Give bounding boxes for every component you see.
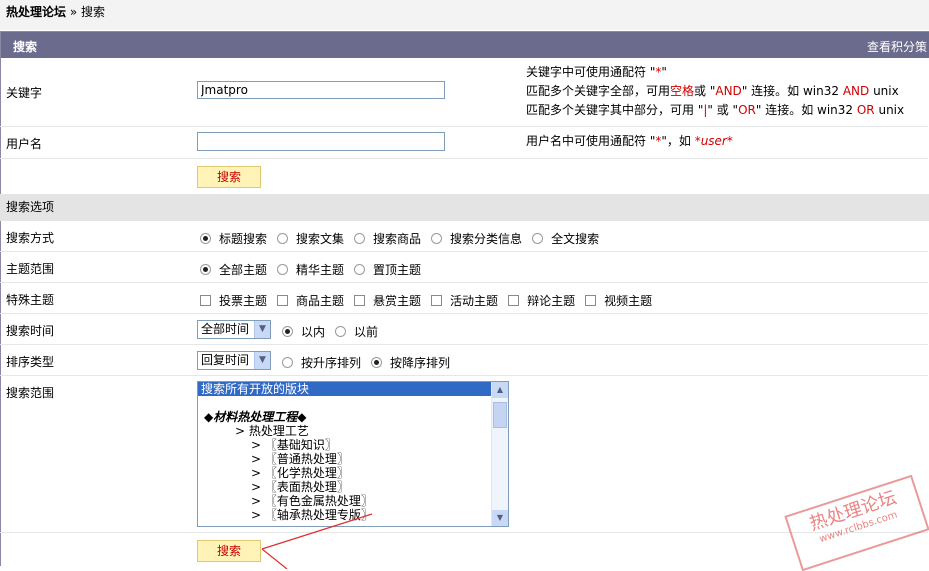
annotation-arrow-icon <box>261 513 373 569</box>
